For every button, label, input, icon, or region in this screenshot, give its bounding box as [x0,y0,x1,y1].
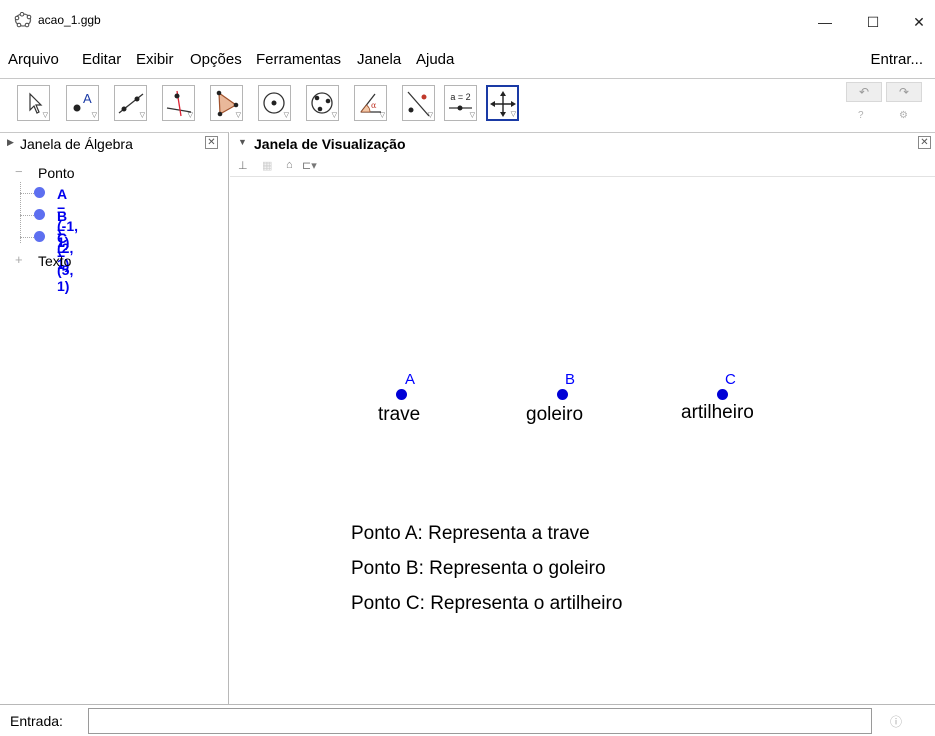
text-object-2[interactable]: Ponto B: Representa o goleiro [351,558,606,580]
point-a-caption: trave [378,404,421,425]
tool-menu-triangle-icon: ▽ [139,112,145,119]
tool-menu-triangle-icon: ▽ [42,112,48,119]
slider-tool-button[interactable]: a = 2 ▽ [444,85,477,121]
undo-button[interactable]: ↶ [846,82,882,102]
circle-tool-button[interactable]: ▽ [258,85,291,121]
group-label: Ponto [38,165,75,181]
point-c-label: C [725,371,736,388]
tool-menu-triangle-icon: ▽ [427,112,433,119]
tool-menu-triangle-icon: ▽ [469,112,475,119]
collapse-group-icon[interactable]: − [15,164,23,179]
window-title: acao_1.ggb [38,13,101,27]
input-bar: Entrada: ⓘ [0,704,935,736]
menu-arquivo[interactable]: Arquivo [8,51,59,68]
perpendicular-tool-button[interactable]: ▽ [162,85,195,121]
toolbar: ▽ A ▽ ▽ ▽ ▽ ▽ ▽ α ▽ ▽ a = 2 ▽ ▽ ↶ ↷ ? ⚙ [0,78,935,131]
input-bar-field[interactable] [88,708,872,734]
menu-bar: Arquivo Editar Exibir Opções Ferramentas… [0,48,935,74]
tree-guide-line [20,182,21,243]
move-graphics-view-tool-button[interactable]: ▽ [486,85,519,121]
point-b-caption: goleiro [526,404,584,425]
menu-ferramentas[interactable]: Ferramentas [256,51,341,68]
geogebra-icon [14,12,32,28]
line-tool-button[interactable]: ▽ [114,85,147,121]
graphics-view-title: Janela de Visualização [254,136,406,152]
tool-menu-triangle-icon: ▽ [91,112,97,119]
point-a-label: A [405,371,416,388]
input-help-icon[interactable]: ⓘ [890,713,902,730]
polygon-tool-button[interactable]: ▽ [210,85,243,121]
graphics-view-header: ▼ Janela de Visualização ✕ [230,133,935,155]
visibility-toggle-icon[interactable] [34,231,45,242]
menu-opcoes[interactable]: Opções [190,51,242,68]
close-algebra-view-icon[interactable]: ✕ [205,136,218,149]
tool-menu-triangle-icon: ▽ [331,112,337,119]
point-capture-icon[interactable]: ⊏▾ [302,159,317,172]
visibility-toggle-icon[interactable] [34,187,45,198]
move-tool-button[interactable]: ▽ [17,85,50,121]
menu-editar[interactable]: Editar [82,51,121,68]
point-tool-button[interactable]: A ▽ [66,85,99,121]
visibility-toggle-icon[interactable] [34,209,45,220]
circle-three-points-tool-button[interactable]: ▽ [306,85,339,121]
tool-menu-triangle-icon: ▽ [235,112,241,119]
expand-group-icon[interactable]: + [15,252,23,267]
text-object-3[interactable]: Ponto C: Representa o artilheiro [351,593,622,615]
graphics-view: ▼ Janela de Visualização ✕ ⊥ ▦ ⌂ ⊏▾ A tr… [230,132,935,704]
tool-menu-triangle-icon: ▽ [379,112,385,119]
minimize-button[interactable]: — [803,8,847,36]
collapse-arrow-icon[interactable]: ▶ [7,137,14,148]
tool-menu-triangle-icon: ▽ [187,112,193,119]
canvas[interactable]: A trave B goleiro C artilheiro Ponto A: … [230,178,935,705]
toggle-axes-icon[interactable]: ⊥ [238,159,248,172]
point-icon-letter: A [83,91,92,106]
redo-icon: ↷ [898,85,910,99]
sign-in-link[interactable]: Entrar... [870,51,923,68]
algebra-view: ▶ Janela de Álgebra ✕ − Ponto A = (-1, 1… [0,132,229,704]
toggle-grid-icon[interactable]: ▦ [262,159,272,172]
input-bar-label: Entrada: [10,713,63,729]
svg-text:α: α [371,101,377,110]
menu-exibir[interactable]: Exibir [136,51,174,68]
reflect-tool-button[interactable]: ▽ [402,85,435,121]
point-b-label: B [565,371,576,388]
maximize-button[interactable]: ☐ [851,8,895,36]
help-icon[interactable]: ? [858,110,864,121]
title-bar: acao_1.ggb — ☐ ✕ [0,0,935,38]
menu-ajuda[interactable]: Ajuda [416,51,454,68]
close-graphics-view-icon[interactable]: ✕ [918,136,931,149]
settings-gear-icon[interactable]: ⚙ [899,110,908,121]
algebra-view-header: ▶ Janela de Álgebra ✕ [0,133,228,155]
slider-icon-text: a = 2 [450,92,470,102]
graphics-style-bar: ⊥ ▦ ⌂ ⊏▾ [230,155,935,177]
undo-icon: ↶ [858,85,870,99]
point-b[interactable] [557,389,568,400]
point-c[interactable] [717,389,728,400]
group-label: Texto [38,253,72,269]
point-c-caption: artilheiro [681,402,754,423]
redo-button[interactable]: ↷ [886,82,922,102]
menu-janela[interactable]: Janela [357,51,401,68]
home-view-icon[interactable]: ⌂ [286,159,293,171]
collapse-arrow-icon[interactable]: ▼ [238,137,247,147]
text-object-1[interactable]: Ponto A: Representa a trave [351,523,590,545]
point-a[interactable] [396,389,407,400]
angle-tool-button[interactable]: α ▽ [354,85,387,121]
algebra-view-title: Janela de Álgebra [20,136,133,152]
tool-menu-triangle-icon: ▽ [510,111,516,118]
tool-menu-triangle-icon: ▽ [283,112,289,119]
close-window-button[interactable]: ✕ [897,8,935,36]
